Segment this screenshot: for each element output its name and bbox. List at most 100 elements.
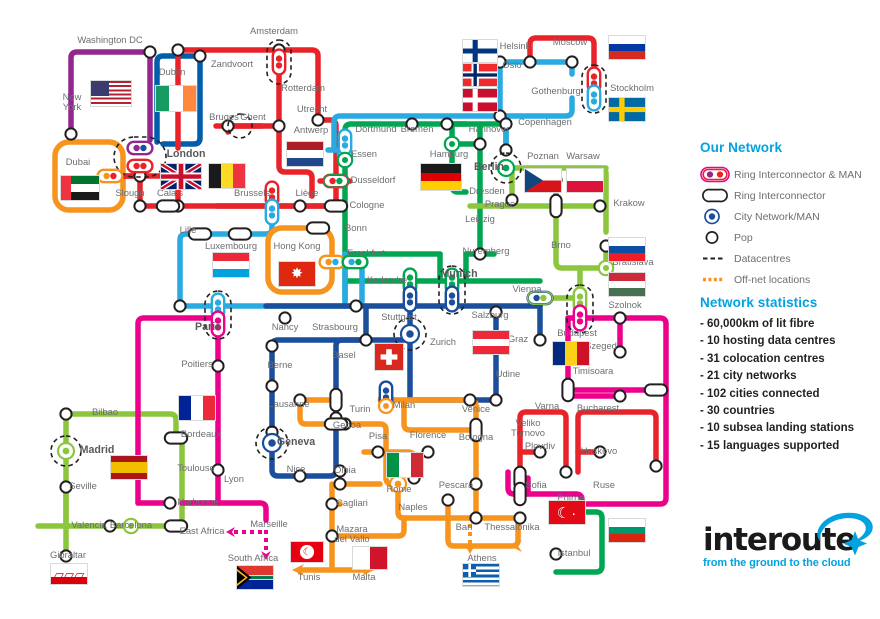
city-label: Brussels xyxy=(234,187,270,198)
city-label: Varna xyxy=(534,400,560,411)
city-label: Hannover xyxy=(468,123,510,134)
city-label: Ruse xyxy=(593,479,615,490)
flag-france xyxy=(178,395,216,421)
city-label: Moscow xyxy=(552,36,588,47)
city-label: Nuremberg xyxy=(462,245,510,256)
city-label: Venice xyxy=(461,403,491,414)
datacentres-dashed-line-icon xyxy=(700,250,734,267)
flag-poland xyxy=(566,168,604,193)
city-label: Barcelona xyxy=(109,519,153,530)
statistic-line: - 60,000km of lit fibre xyxy=(700,318,815,330)
city-label: Florence xyxy=(409,429,447,440)
city-label: Luxembourg xyxy=(204,240,258,251)
flag-spain xyxy=(110,455,148,480)
city-label: Graz xyxy=(507,333,529,344)
statistic-line: - 30 countries xyxy=(700,405,775,418)
legend-panel: Our Network Ring Interconnector & MAN Ri… xyxy=(700,140,880,290)
network-statistics-panel: Network statistics - 60,000km of lit fib… xyxy=(700,295,880,455)
flag-greece xyxy=(462,563,500,587)
city-label: Dubai xyxy=(65,156,91,167)
city-label: Frankfurt xyxy=(347,247,385,258)
statistic-line: - 15 languages supported xyxy=(700,439,840,452)
flag-switzerland xyxy=(374,343,404,371)
statistic-line: - 10 subsea landing stations xyxy=(700,422,855,435)
flag-malta xyxy=(352,546,388,570)
legend-label: Off-net locations xyxy=(734,273,811,286)
flag-ireland xyxy=(155,85,197,112)
city-label: Olbia xyxy=(334,464,356,475)
city-label: Genoa xyxy=(332,419,362,430)
flag-austria xyxy=(472,330,510,355)
legend-label: Pop xyxy=(734,231,753,244)
city-label: Ghent xyxy=(240,111,266,122)
flag-norway xyxy=(462,63,498,87)
pop-icon xyxy=(700,229,734,246)
city-label: Washington DC xyxy=(77,34,143,45)
flag-germany xyxy=(420,163,462,191)
city-label: Salzburg xyxy=(471,309,509,320)
city-label: Marseille xyxy=(250,518,288,529)
city-label: Veliko Turnovo xyxy=(510,417,546,439)
city-label: Athens xyxy=(467,552,497,563)
city-label: Hamburg xyxy=(429,148,469,159)
logo-tagline: from the ground to the cloud xyxy=(703,557,851,569)
city-network-man-icon xyxy=(700,208,734,225)
flag-hungary xyxy=(608,272,646,297)
flag-romania xyxy=(552,341,590,366)
flag-sweden xyxy=(608,97,646,122)
city-label: Dortmund xyxy=(355,123,397,134)
city-label: Brno xyxy=(551,239,571,250)
city-label: Plovdiv xyxy=(524,440,556,451)
legend-label: Ring Interconnector & MAN xyxy=(734,168,862,181)
city-label: Pisa xyxy=(368,430,388,441)
city-label: Paris xyxy=(195,321,221,333)
city-label: Szolnok xyxy=(608,299,642,310)
city-label: Timisoara xyxy=(572,365,614,376)
city-label: Karlsruhe xyxy=(366,274,408,285)
city-label: Bonn xyxy=(345,222,367,233)
city-label: Essen xyxy=(350,148,378,159)
city-label: South Africa xyxy=(227,552,279,563)
city-label: Seville xyxy=(69,480,97,491)
city-label: Zurich xyxy=(429,336,457,347)
city-label: Milan xyxy=(392,399,416,410)
flag-united-states xyxy=(90,80,132,107)
city-label: Dusseldorf xyxy=(350,174,396,185)
flag-south-africa xyxy=(236,565,274,590)
city-label: Amsterdam xyxy=(250,25,298,36)
city-label: Stuttgart xyxy=(381,311,417,322)
city-label: Krakow xyxy=(613,197,645,208)
city-label: Bruges xyxy=(209,111,239,122)
city-label: Strasbourg xyxy=(312,321,358,332)
city-label: Slough xyxy=(115,187,145,198)
city-label: Stockholm xyxy=(610,82,654,93)
city-label: Bucharest xyxy=(576,402,620,413)
city-label: Mazara del Vallo xyxy=(334,523,370,545)
city-label: Tunis xyxy=(297,571,321,582)
flag-hong-kong: ✸ xyxy=(278,261,316,287)
city-label: London xyxy=(166,148,206,160)
legend-label: Datacentres xyxy=(734,252,791,265)
city-label: Gibraltar xyxy=(50,549,86,560)
legend-item-datacentres: Datacentres xyxy=(700,248,880,269)
city-label: Rotterdam xyxy=(281,82,325,93)
city-label: Lille xyxy=(179,224,197,235)
city-label: Helsinki xyxy=(499,40,533,51)
city-label: Madrid xyxy=(79,444,115,456)
city-label: Haskovo xyxy=(580,445,618,456)
flag-gibraltar: ▱▱▱ xyxy=(50,563,88,585)
flag-slovakia xyxy=(608,237,646,262)
city-label: Toulouse xyxy=(177,462,215,473)
statistics-title: Network statistics xyxy=(700,295,818,310)
ring-interconnector-icon xyxy=(700,187,734,204)
city-label: Sofia xyxy=(525,479,547,490)
ring-interconnector-man-icon xyxy=(700,166,734,183)
city-label: Prague xyxy=(484,198,516,209)
flag-denmark xyxy=(462,88,498,112)
interoute-logo: interoute from the ground to the cloud xyxy=(703,512,878,569)
flag-united-kingdom xyxy=(160,163,202,190)
city-label: Nancy xyxy=(271,321,299,332)
flag-luxembourg xyxy=(212,252,250,278)
statistic-line: - 21 city networks xyxy=(700,370,797,383)
city-label: Gothenburg xyxy=(531,85,581,96)
